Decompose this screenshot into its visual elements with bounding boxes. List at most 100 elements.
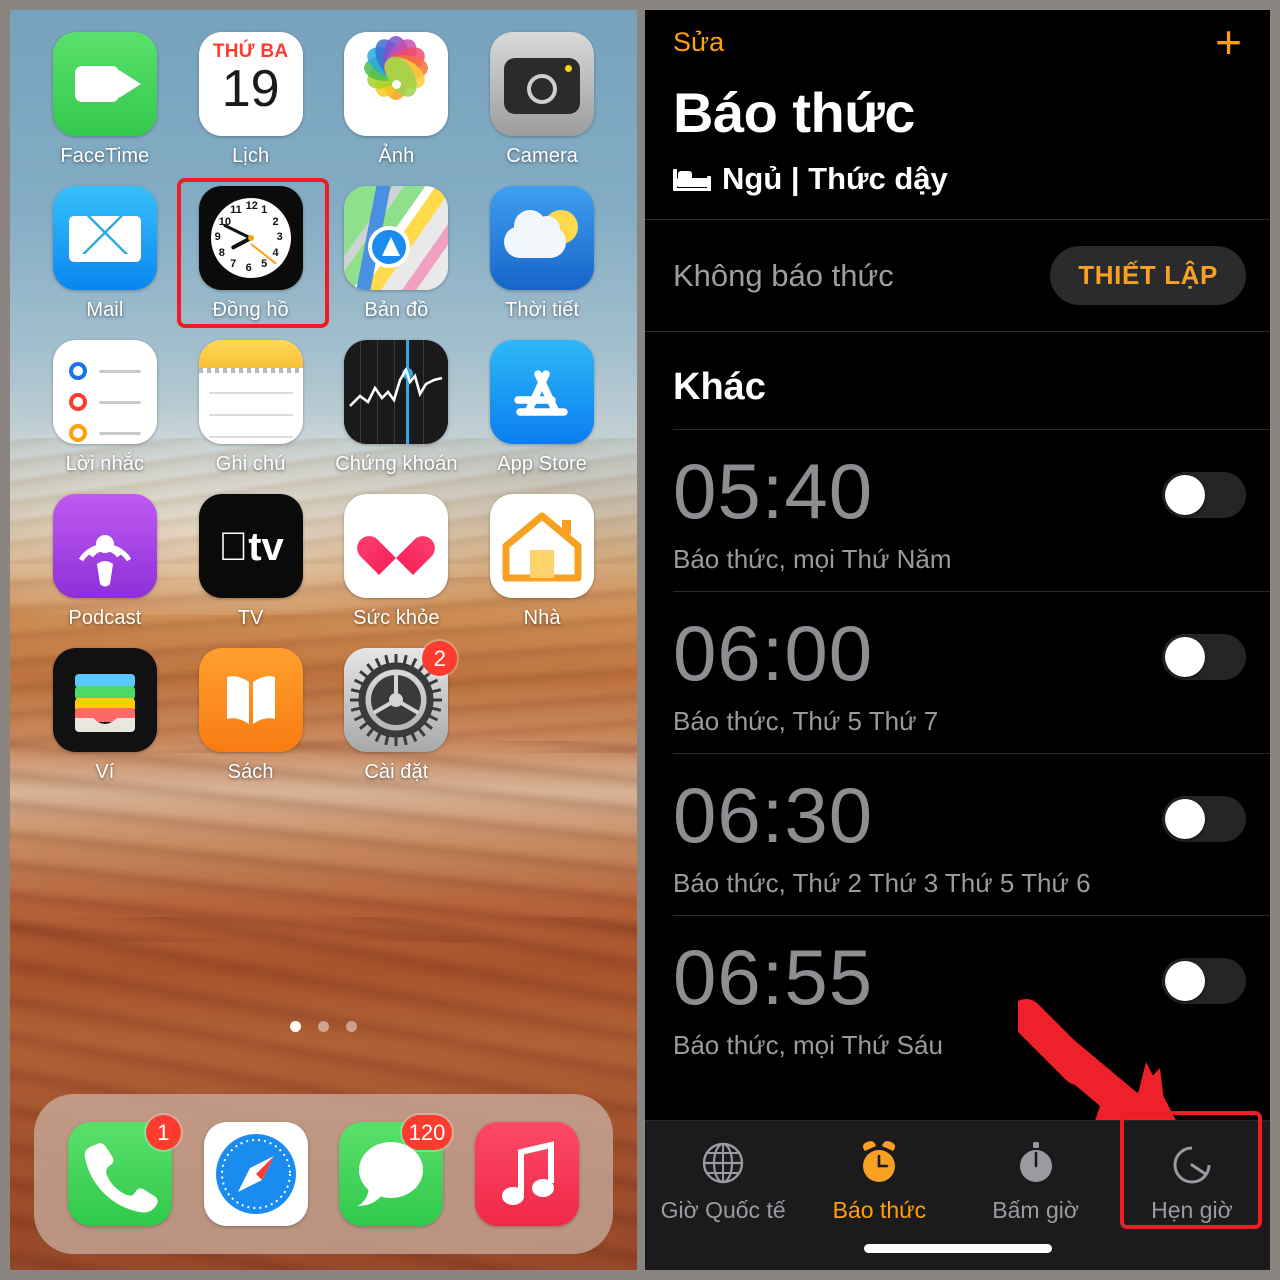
app-books[interactable]: Sách xyxy=(178,648,324,784)
app-photos[interactable]: Ảnh xyxy=(324,32,470,168)
app-calendar[interactable]: THỨ BA 19 Lịch xyxy=(178,32,324,168)
tab-label: Giờ Quốc tế xyxy=(660,1197,786,1223)
app-icon-wrap[interactable]: 2 xyxy=(344,641,458,752)
app-camera[interactable]: Camera xyxy=(469,32,615,168)
app-icon-wrap[interactable] xyxy=(490,494,595,598)
page-dot-1[interactable] xyxy=(290,1021,301,1032)
alarm-time: 06:30 xyxy=(673,771,874,859)
screenshot-root: FaceTime THỨ BA 19 Lịch Ảnh Camera Mail … xyxy=(0,0,1280,1280)
app-home[interactable]: Nhà xyxy=(469,494,615,630)
app-podcasts[interactable]: Podcast xyxy=(32,494,178,630)
app-appstore[interactable]: App Store xyxy=(469,340,615,476)
app-label: Nhà xyxy=(523,607,561,629)
app-label: Bản đồ xyxy=(364,299,429,321)
app-health[interactable]: Sức khỏe xyxy=(324,494,470,630)
app-maps[interactable]: Bản đồ xyxy=(324,186,470,322)
podcasts-icon[interactable] xyxy=(52,494,157,598)
app-facetime[interactable]: FaceTime xyxy=(32,32,178,168)
alarm-toggle[interactable] xyxy=(1162,634,1246,680)
sleep-header-label: Ngủ | Thức dậy xyxy=(722,161,948,196)
edit-button[interactable]: Sửa xyxy=(673,27,724,58)
app-mail[interactable]: Mail xyxy=(32,186,178,322)
app-label: Mail xyxy=(86,299,124,321)
app-wallet[interactable]: Ví xyxy=(32,648,178,784)
wallet-icon[interactable] xyxy=(52,648,157,752)
add-alarm-button[interactable]: + xyxy=(1215,19,1242,65)
weather-icon[interactable] xyxy=(490,186,595,290)
app-icon-wrap[interactable]: 1 2 3 4 5 6 7 8 9 10 11 12 xyxy=(176,178,329,328)
dock-app-phone[interactable]: 1 xyxy=(67,1115,181,1226)
dock-app-safari[interactable] xyxy=(203,1122,308,1226)
tab-timer[interactable]: Hẹn giờ xyxy=(1114,1111,1270,1270)
health-icon[interactable] xyxy=(344,494,449,598)
reminders-icon[interactable] xyxy=(52,340,157,444)
app-stocks[interactable]: Chứng khoán xyxy=(324,340,470,476)
home-indicator[interactable] xyxy=(863,1244,1052,1253)
clock-icon[interactable]: 1 2 3 4 5 6 7 8 9 10 11 12 xyxy=(198,186,303,290)
app-icon-wrap[interactable]: tv xyxy=(198,494,303,598)
page-dot-2[interactable] xyxy=(318,1021,329,1032)
alarm-toggle[interactable] xyxy=(1162,472,1246,518)
maps-icon[interactable] xyxy=(344,186,449,290)
app-icon-wrap[interactable] xyxy=(52,648,157,752)
app-label: Sách xyxy=(227,761,274,783)
clock-numeral: 4 xyxy=(272,246,279,259)
alarm-time: 06:00 xyxy=(673,609,874,697)
dock-app-music[interactable] xyxy=(475,1122,580,1226)
dock-app-messages[interactable]: 120 xyxy=(339,1115,453,1226)
home-icon[interactable] xyxy=(490,494,595,598)
sleep-section-header: Ngủ | Thức dậy xyxy=(645,145,1270,219)
stocks-icon[interactable] xyxy=(344,340,449,444)
music-icon[interactable] xyxy=(475,1122,580,1226)
alarm-row[interactable]: 06:00 Báo thức, Thứ 5 Thứ 7 xyxy=(645,592,1270,753)
timer-icon xyxy=(1168,1139,1216,1187)
clock-numeral: 7 xyxy=(230,257,237,270)
tab-world-clock[interactable]: Giờ Quốc tế xyxy=(645,1121,801,1270)
app-label: Sức khỏe xyxy=(353,607,440,629)
tab-label: Báo thức xyxy=(832,1197,927,1223)
app-icon-wrap[interactable] xyxy=(344,340,449,444)
facetime-icon[interactable] xyxy=(52,32,157,136)
setup-button[interactable]: THIẾT LẬP xyxy=(1050,246,1246,305)
page-title: Báo thức xyxy=(673,81,915,144)
alarm-row[interactable]: 05:40 Báo thức, mọi Thứ Năm xyxy=(645,430,1270,591)
app-icon-wrap[interactable] xyxy=(344,32,449,136)
app-notes[interactable]: Ghi chú xyxy=(178,340,324,476)
app-icon-wrap[interactable] xyxy=(344,494,449,598)
app-weather[interactable]: Thời tiết xyxy=(469,186,615,322)
app-label: Ảnh xyxy=(378,145,415,167)
calendar-icon[interactable]: THỨ BA 19 xyxy=(198,32,303,136)
safari-icon[interactable] xyxy=(203,1122,308,1226)
app-icon-wrap[interactable] xyxy=(490,340,595,444)
app-tv[interactable]: tv TV xyxy=(178,494,324,630)
no-alarm-label: Không báo thức xyxy=(673,257,894,293)
alarm-row[interactable]: 06:30 Báo thức, Thứ 2 Thứ 3 Thứ 5 Thứ 6 xyxy=(645,754,1270,915)
app-reminders[interactable]: Lời nhắc xyxy=(32,340,178,476)
app-settings[interactable]: 2 Cài đặt xyxy=(324,641,470,784)
appstore-icon[interactable] xyxy=(490,340,595,444)
page-dots[interactable] xyxy=(10,1021,637,1032)
mail-icon[interactable] xyxy=(52,186,157,290)
app-icon-wrap[interactable] xyxy=(52,186,157,290)
no-alarm-row[interactable]: Không báo thức THIẾT LẬP xyxy=(645,220,1270,331)
alarm-time: 05:40 xyxy=(673,447,874,535)
app-icon-wrap[interactable] xyxy=(344,186,449,290)
app-icon-wrap[interactable] xyxy=(52,340,157,444)
camera-icon[interactable] xyxy=(490,32,595,136)
clock-numeral: 12 xyxy=(245,200,258,212)
app-icon-wrap[interactable] xyxy=(52,494,157,598)
app-icon-wrap[interactable] xyxy=(490,186,595,290)
page-dot-3[interactable] xyxy=(346,1021,357,1032)
photos-icon[interactable] xyxy=(344,32,449,136)
app-clock[interactable]: 1 2 3 4 5 6 7 8 9 10 11 12 Đồng hồ xyxy=(176,178,329,328)
app-icon-wrap[interactable] xyxy=(490,32,595,136)
app-icon-wrap[interactable]: THỨ BA 19 xyxy=(198,32,303,136)
notes-icon[interactable] xyxy=(198,340,303,444)
books-icon[interactable] xyxy=(198,648,303,752)
app-icon-wrap[interactable] xyxy=(52,32,157,136)
tv-icon[interactable]: tv xyxy=(198,494,303,598)
app-icon-wrap[interactable] xyxy=(198,648,303,752)
alarm-toggle[interactable] xyxy=(1162,796,1246,842)
app-icon-wrap[interactable] xyxy=(198,340,303,444)
tab-label: Bấm giờ xyxy=(992,1197,1079,1223)
